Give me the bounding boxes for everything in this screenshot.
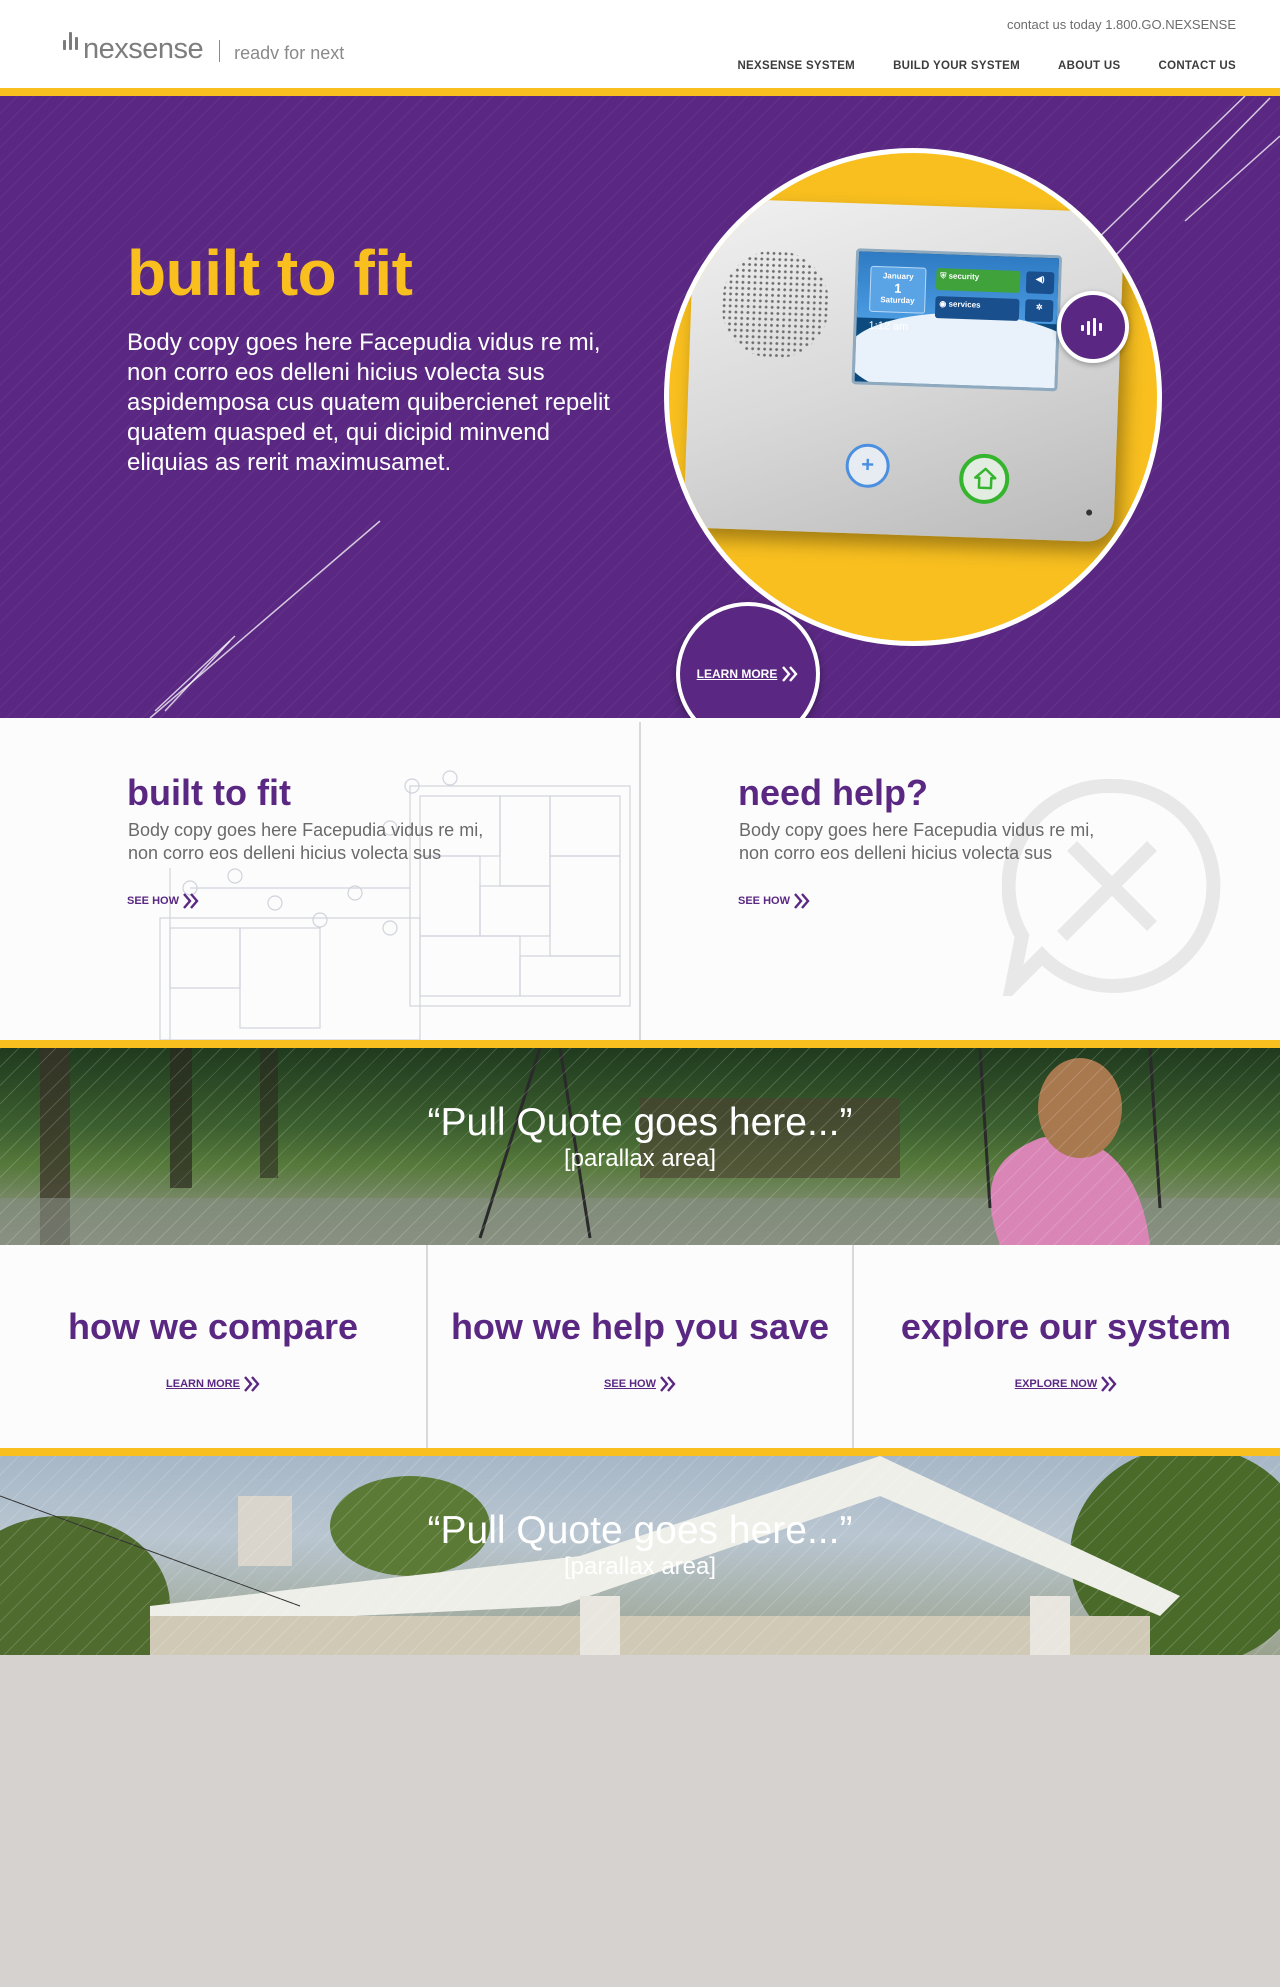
panel-need-help-title: need help?: [738, 772, 929, 813]
learn-more-label: LEARN MORE: [166, 1378, 240, 1390]
volume-icon: ◀): [1025, 271, 1055, 295]
hero-slider: built to fit Body copy goes here Facepud…: [0, 96, 1280, 718]
status-led: [1086, 509, 1093, 516]
pull-quote-2: “Pull Quote goes here...”: [427, 1509, 853, 1552]
logo-divider: [219, 40, 221, 62]
feature-links: how we compare LEARN MORE how we help yo…: [0, 1245, 1280, 1448]
hero-cta-label: LEARN MORE: [696, 667, 778, 681]
help-tools-icon: [1002, 778, 1221, 996]
nexsense-logo-icon: [63, 32, 78, 64]
nav-about-us[interactable]: ABOUT US: [1058, 60, 1120, 72]
chevrons-right-icon: [794, 893, 810, 909]
device-touchscreen: January 1 Saturday ⛨ security ◉ services…: [851, 248, 1063, 392]
panel-built-to-fit-title: built to fit: [127, 772, 291, 813]
parallax-quote-1: “Pull Quote goes here...” [parallax area…: [0, 1048, 1280, 1245]
chevrons-right-icon: [244, 1376, 260, 1392]
see-how-label: SEE HOW: [738, 895, 790, 907]
nav-nexsense-system[interactable]: NEXSENSE SYSTEM: [737, 60, 855, 72]
speaker-grille: [719, 248, 832, 361]
panel-divider: [639, 722, 641, 1040]
info-panels: built to fit Body copy goes here Facepud…: [0, 718, 1280, 1040]
chevrons-right-icon: [782, 666, 798, 682]
chevrons-right-icon: [183, 893, 199, 909]
feature-compare-title: how we compare: [67, 1306, 359, 1347]
feature-explore-now-link[interactable]: EXPLORE NOW: [853, 1376, 1279, 1392]
hero-product-image: January 1 Saturday ⛨ security ◉ services…: [664, 148, 1162, 646]
parallax-quote-2: “Pull Quote goes here...” [parallax area…: [0, 1456, 1280, 1655]
feature-save-see-how-link[interactable]: SEE HOW: [427, 1376, 853, 1392]
section-accent-rule: [0, 1448, 1280, 1456]
hero-body: Body copy goes here Facepudia vidus re m…: [127, 329, 610, 476]
panel-need-help-body: Body copy goes here Facepudia vidus re m…: [739, 820, 1095, 863]
home-icon: [958, 453, 1011, 505]
nav-build-your-system[interactable]: BUILD YOUR SYSTEM: [893, 60, 1020, 72]
feature-compare-learn-more-link[interactable]: LEARN MORE: [0, 1376, 426, 1392]
header-accent-rule: [0, 88, 1280, 96]
device-time: 1:12 am: [868, 319, 909, 334]
plus-icon: +: [844, 443, 891, 489]
footer-placeholder: [0, 1655, 1280, 1987]
services-tile: ◉ services: [934, 296, 1020, 321]
explore-now-label: EXPLORE NOW: [1014, 1378, 1098, 1390]
nav-contact-us[interactable]: CONTACT US: [1158, 60, 1236, 72]
date-tile: January 1 Saturday: [869, 265, 927, 314]
brand-logo[interactable]: nexsense readv for next: [63, 28, 344, 64]
brand-tagline: readv for next: [234, 43, 345, 63]
chevrons-right-icon: [1101, 1376, 1117, 1392]
feature-save-title: how we help you save: [450, 1306, 830, 1347]
see-how-label: SEE HOW: [127, 895, 179, 907]
nexsense-badge-icon: [1057, 291, 1129, 363]
main-nav: NEXSENSE SYSTEM BUILD YOUR SYSTEM ABOUT …: [737, 60, 1236, 72]
snowflake-icon: ✲: [1024, 299, 1054, 323]
pull-quote-1-caption: [parallax area]: [563, 1145, 717, 1172]
panel-need-help-see-how-link[interactable]: SEE HOW: [738, 893, 810, 909]
chevrons-right-icon: [660, 1376, 676, 1392]
brand-name: nexsense: [83, 33, 204, 65]
contact-phone[interactable]: contact us today 1.800.GO.NEXSENSE: [1007, 17, 1236, 32]
security-tile: ⛨ security: [935, 268, 1021, 293]
see-how-label: SEE HOW: [604, 1378, 656, 1390]
pull-quote-1: “Pull Quote goes here...”: [427, 1101, 853, 1144]
section-accent-rule: [0, 1040, 1280, 1048]
security-panel-device: January 1 Saturday ⛨ security ◉ services…: [683, 197, 1125, 543]
pull-quote-2-caption: [parallax area]: [563, 1553, 717, 1580]
panel-built-to-fit-body: Body copy goes here Facepudia vidus re m…: [128, 820, 484, 863]
panel-built-to-fit-see-how-link[interactable]: SEE HOW: [127, 893, 199, 909]
site-header: nexsense readv for next contact us today…: [0, 0, 1280, 88]
feature-explore-title: explore our system: [900, 1306, 1232, 1347]
hero-title: built to fit: [127, 237, 413, 309]
